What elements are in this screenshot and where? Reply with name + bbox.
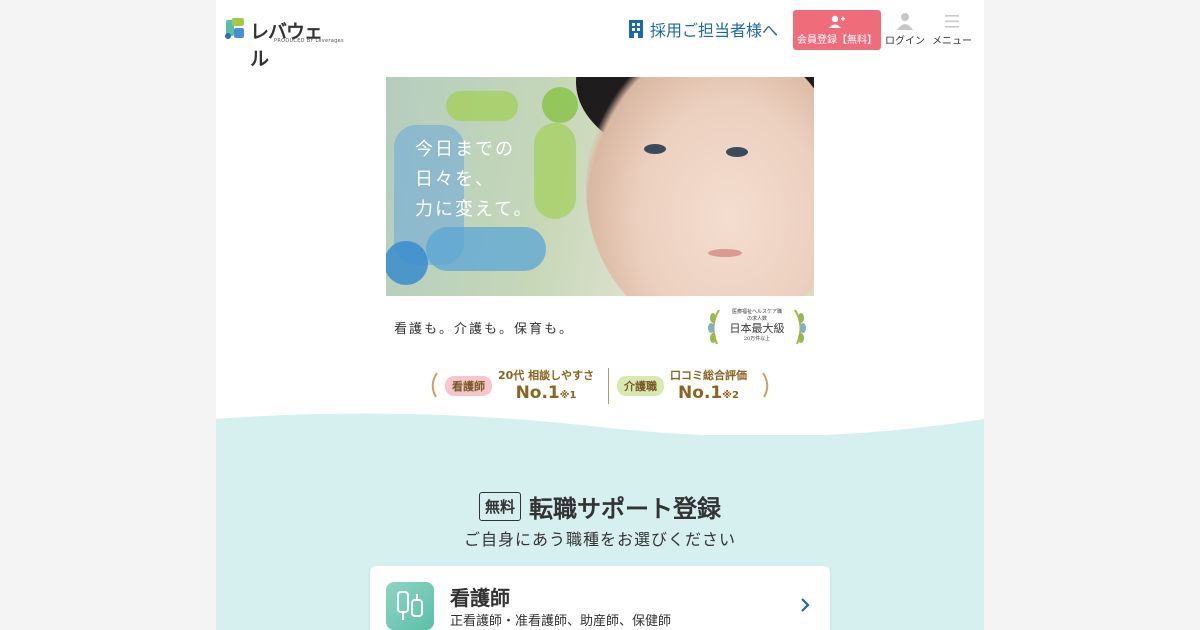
logo[interactable]: レバウェル PRODUCED BY Leverages [224, 16, 344, 70]
user-plus-icon [829, 15, 845, 28]
building-icon [629, 20, 643, 38]
registration-subtitle: ご自身にあう職種をお選びください [463, 530, 736, 549]
job-card-nurse[interactable]: 看護師 正看護師・准看護師、助産師、保健師 [370, 566, 830, 630]
ranking-note: ※2 [722, 389, 739, 401]
hamburger-icon [945, 15, 959, 28]
logo-text: レバウェル [250, 21, 323, 70]
logo-subtext: PRODUCED BY Leverages [274, 38, 344, 44]
login-button-label: ログイン [885, 36, 925, 47]
menu-button-label: メニュー [932, 36, 972, 47]
hero-copy-line-1: 今日までの [415, 139, 515, 160]
hero-image: 今日までの 日々を、 力に変えて。 [386, 77, 814, 296]
registration-title-row: 無料 転職サポート登録 [216, 489, 984, 524]
award-line-3: 日本最大級 [729, 322, 785, 335]
page: レバウェル PRODUCED BY Leverages 採用ご担当者様へ 会員登… [216, 0, 984, 630]
hero-copy-line-2: 日々を、 [415, 169, 495, 190]
laurel-right-icon [762, 372, 769, 398]
ranking-label: 口コミ総合評価 [670, 368, 747, 382]
ranking-item: 看護師 20代 相談しやすさ No.1※1 [445, 366, 594, 406]
job-card-title: 看護師 [450, 586, 510, 610]
laurel-left-icon [431, 372, 438, 398]
ranking-rank: No.1 [678, 382, 723, 403]
menu-button[interactable]: メニュー [930, 12, 974, 47]
ranking-badge: 看護師 [445, 376, 492, 396]
registration-title: 転職サポート登録 [529, 495, 721, 523]
login-button[interactable]: ログイン [884, 12, 926, 47]
ranking-note: ※1 [559, 389, 577, 401]
chevron-right-icon [801, 598, 810, 612]
job-card-subtitle: 正看護師・准看護師、助産師、保健師 [450, 614, 672, 629]
registration-section: 無料 転職サポート登録 ご自身にあう職種をお選びください 看護師 正看護師・准看… [216, 405, 984, 630]
tagline: 看護も。介護も。保育も。 [394, 322, 575, 337]
recruiter-link-label: 採用ご担当者様へ [650, 21, 779, 40]
register-button[interactable]: 会員登録【無料】 [793, 10, 881, 50]
ranking-label: 20代 相談しやすさ [498, 368, 595, 382]
award-line-1: 医療福祉ヘルスケア職 [731, 309, 782, 315]
award-line-2: の求人数 [746, 316, 767, 322]
ranking-item: 介護職 口コミ総合評価 No.1※2 [617, 366, 747, 406]
ranking-rank: No.1 [515, 382, 560, 403]
hero-copy-line-3: 力に変えて。 [415, 199, 534, 220]
award-badge: 医療福祉ヘルスケア職 の求人数 日本最大級 20万件以上 [707, 306, 807, 348]
ranking-divider [608, 368, 609, 404]
hero-copy: 今日までの 日々を、 力に変えて。 [415, 135, 534, 225]
user-icon [897, 13, 913, 30]
rankings: 看護師 20代 相談しやすさ No.1※1 介護職 口コミ総合評価 No.1※2 [429, 366, 771, 406]
ranking-badge: 介護職 [617, 376, 664, 396]
register-button-label: 会員登録【無料】 [797, 34, 877, 46]
logo-mark-icon [225, 18, 244, 39]
iv-drip-icon [386, 582, 434, 630]
award-line-4: 20万件以上 [743, 336, 771, 342]
award-text: 医療福祉ヘルスケア職 の求人数 日本最大級 20万件以上 [727, 308, 787, 342]
laurel-right-icon [794, 309, 806, 345]
recruiter-link[interactable]: 採用ご担当者様へ [628, 17, 778, 41]
laurel-left-icon [708, 309, 720, 345]
free-tag: 無料 [478, 492, 521, 521]
